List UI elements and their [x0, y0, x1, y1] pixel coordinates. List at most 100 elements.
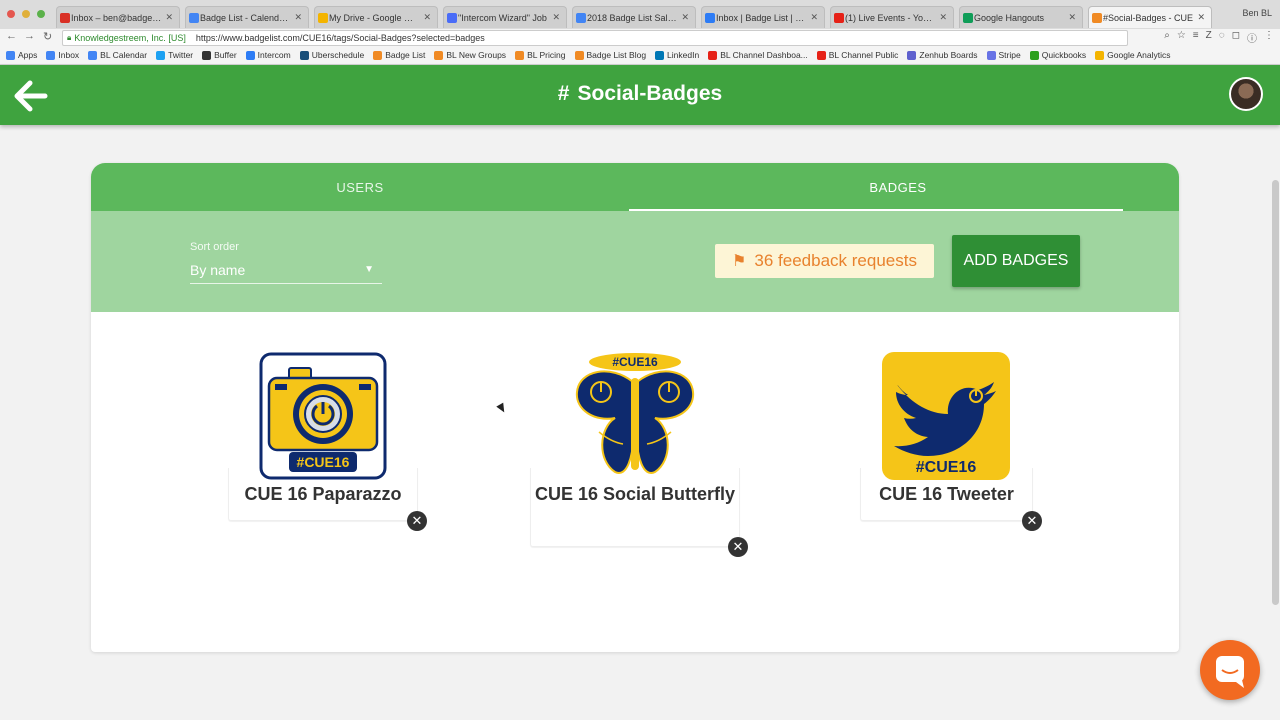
page-scrollbar[interactable] [1272, 180, 1279, 605]
sort-order-select[interactable]: By name ▼ [190, 259, 382, 284]
tab-badges[interactable]: BADGES [629, 163, 1167, 211]
bookmark-bl-channel-public[interactable]: BL Channel Public [816, 50, 898, 60]
docs-icon [576, 13, 586, 23]
feedback-requests-button[interactable]: ⚑ 36 feedback requests [715, 244, 934, 278]
minimize-window-button[interactable] [22, 10, 30, 18]
tab-close-icon[interactable]: ✕ [165, 12, 173, 23]
menu-icon[interactable]: ⋮ [1264, 30, 1274, 45]
browser-tab-strip: Inbox – ben@badgelist... ✕ Badge List - C… [0, 0, 1280, 29]
bookmark-badge-list-blog[interactable]: Badge List Blog [574, 50, 646, 60]
hangouts-icon [963, 13, 973, 23]
bookmark-bl-new-groups[interactable]: BL New Groups [434, 50, 506, 60]
intercom-chat-button[interactable] [1200, 640, 1260, 700]
filter-bar: Sort order By name ▼ ⚑ 36 feedback reque… [91, 211, 1179, 312]
bookmark-buffer[interactable]: Buffer [202, 50, 237, 60]
bookmark-inbox[interactable]: Inbox [46, 50, 79, 60]
browser-tab-2[interactable]: Badge List - Calendar - ✕ [185, 6, 309, 28]
browser-profile-name[interactable]: Ben BL [1242, 8, 1272, 18]
tab-close-icon[interactable]: ✕ [1197, 12, 1205, 23]
bookmark-stripe[interactable]: Stripe [986, 50, 1021, 60]
browser-tab-8[interactable]: Google Hangouts ✕ [959, 6, 1083, 28]
badgelist-icon [434, 50, 444, 60]
butterfly-badge-image[interactable]: #CUE16 [571, 352, 699, 480]
tab-close-icon[interactable]: ✕ [423, 12, 431, 23]
bookmark-google-analytics[interactable]: Google Analytics [1095, 50, 1170, 60]
browser-back-icon[interactable]: ← [6, 30, 17, 42]
tab-close-icon[interactable]: ✕ [939, 12, 947, 23]
zoom-icon[interactable]: ⌕ [1164, 30, 1170, 45]
badge-card-social-butterfly[interactable]: #CUE16 CUE 16 Social Butterfly ✕ [530, 352, 748, 557]
user-avatar[interactable] [1229, 77, 1263, 111]
tab-close-icon[interactable]: ✕ [810, 12, 818, 23]
browser-tab-6[interactable]: Inbox | Badge List | Inte ✕ [701, 6, 825, 28]
intercom-chat-icon [1216, 656, 1244, 688]
upwork-icon [447, 13, 457, 23]
intercom-icon [245, 50, 255, 60]
zoom-window-button[interactable] [37, 10, 45, 18]
site-identity: Knowledgestreem, Inc. [US] [74, 33, 186, 43]
bookmark-linkedin[interactable]: LinkedIn [655, 50, 699, 60]
bookmark-star-icon[interactable]: ☆ [1177, 30, 1186, 45]
url-text[interactable]: https://www.badgelist.com/CUE16/tags/Soc… [196, 31, 485, 45]
bookmark-quickbooks[interactable]: Quickbooks [1029, 50, 1086, 60]
close-circle-icon[interactable]: ✕ [407, 511, 427, 531]
lock-icon: 🔒︎ [67, 33, 72, 42]
extension-icon[interactable]: ◌ [1219, 30, 1225, 45]
browser-tab-7[interactable]: (1) Live Events - YouTub ✕ [830, 6, 954, 28]
apps-grid-icon [6, 50, 15, 60]
intercom-icon [705, 13, 715, 23]
bookmark-zenhub-boards[interactable]: Zenhub Boards [907, 50, 978, 60]
uberschedule-icon [299, 50, 309, 60]
bookmark-intercom[interactable]: Intercom [245, 50, 291, 60]
bookmark-uberschedule[interactable]: Uberschedule [299, 50, 364, 60]
analytics-icon [1095, 50, 1105, 60]
camera-badge-image[interactable]: #CUE16 [259, 352, 387, 480]
dropdown-caret-icon: ▼ [364, 264, 374, 275]
tab-close-icon[interactable]: ✕ [681, 12, 689, 23]
bookmark-bl-pricing[interactable]: BL Pricing [515, 50, 566, 60]
gmail-icon [60, 13, 70, 23]
close-circle-icon[interactable]: ✕ [1022, 511, 1042, 531]
bookmark-twitter[interactable]: Twitter [156, 50, 193, 60]
tab-users[interactable]: USERS [91, 163, 629, 211]
badgelist-icon [373, 50, 383, 60]
badge-image-text: #CUE16 [612, 355, 658, 369]
page-title-text: Social-Badges [577, 82, 723, 105]
browser-tab-5[interactable]: 2018 Badge List Sales C ✕ [572, 6, 696, 28]
add-badges-button[interactable]: ADD BADGES [952, 235, 1080, 287]
window-controls [7, 10, 45, 18]
calendar-icon [189, 13, 199, 23]
bird-badge-image[interactable]: #CUE16 [882, 352, 1010, 480]
toolbar-extension-icons: ⌕ ☆ ≡ Z ◌ ◻ ⓘ ⋮ [1164, 30, 1274, 45]
bookmark-badge-list[interactable]: Badge List [373, 50, 425, 60]
buffer-extension-icon[interactable]: ≡ [1193, 30, 1199, 45]
bookmark-bl-channel-dashboard[interactable]: BL Channel Dashboa... [708, 50, 808, 60]
address-bar[interactable]: 🔒︎ Knowledgestreem, Inc. [US] https://ww… [62, 30, 1128, 46]
calendar-icon [88, 50, 98, 60]
linkedin-icon [655, 50, 665, 60]
browser-forward-icon[interactable]: → [24, 30, 35, 42]
extension-icon[interactable]: ◻ [1232, 30, 1240, 45]
bookmark-apps[interactable]: Apps [6, 50, 37, 60]
badge-card-paparazzo[interactable]: #CUE16 CUE 16 Paparazzo ✕ [228, 352, 427, 531]
tab-close-icon[interactable]: ✕ [552, 12, 560, 23]
info-icon[interactable]: ⓘ [1247, 30, 1257, 45]
bookmark-bl-calendar[interactable]: BL Calendar [88, 50, 147, 60]
drive-icon [318, 13, 328, 23]
hashtag-icon: # [557, 82, 570, 105]
app-header: # Social-Badges [0, 65, 1280, 125]
page-title: # Social-Badges [0, 82, 1280, 106]
zenhub-extension-icon[interactable]: Z [1206, 30, 1212, 45]
tab-close-icon[interactable]: ✕ [1068, 12, 1076, 23]
browser-tab-4[interactable]: "Intercom Wizard" Job ✕ [443, 6, 567, 28]
zenhub-icon [907, 50, 917, 60]
reload-icon[interactable]: ↻ [43, 30, 52, 43]
card-tabs: USERS BADGES [91, 163, 1179, 211]
close-circle-icon[interactable]: ✕ [728, 537, 748, 557]
badge-card-tweeter[interactable]: #CUE16 CUE 16 Tweeter ✕ [860, 352, 1042, 531]
browser-tab-3[interactable]: My Drive - Google Drive ✕ [314, 6, 438, 28]
close-window-button[interactable] [7, 10, 15, 18]
tab-close-icon[interactable]: ✕ [294, 12, 302, 23]
browser-tab-9-active[interactable]: #Social-Badges - CUE ✕ [1088, 6, 1212, 28]
browser-tab-1[interactable]: Inbox – ben@badgelist... ✕ [56, 6, 180, 28]
